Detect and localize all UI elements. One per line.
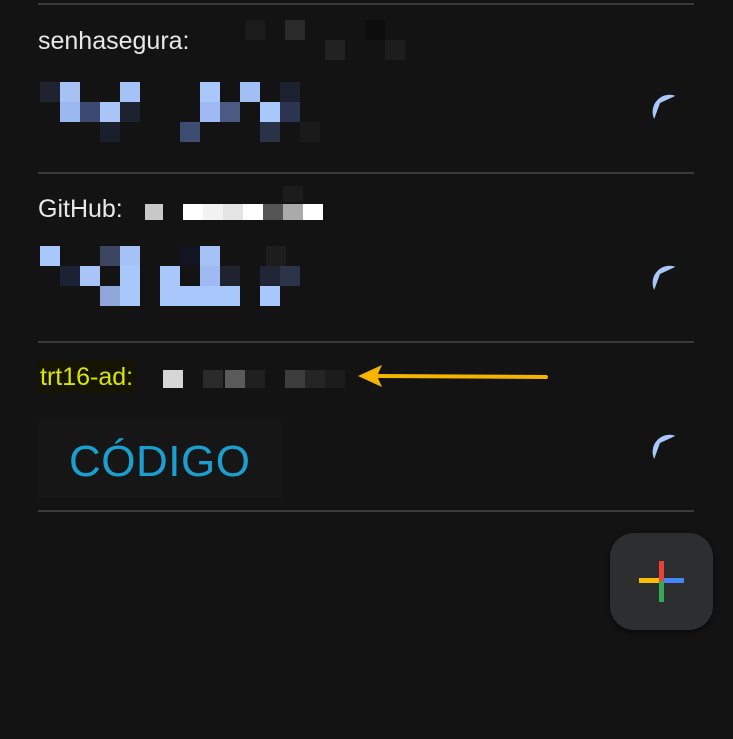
timer-icon (643, 86, 676, 120)
account-label: GitHub: (38, 195, 123, 223)
otp-code: CÓDIGO (69, 437, 251, 486)
add-account-button[interactable] (610, 533, 713, 630)
plus-icon (639, 561, 684, 602)
timer-icon (652, 265, 676, 290)
arrow-left-icon (358, 365, 548, 387)
authenticator-screen: senhasegura: GitHub: trt16-ad: CÓDIGO (0, 0, 733, 739)
account-entry-github[interactable]: GitHub: (0, 174, 733, 340)
divider (38, 510, 694, 512)
highlighted-label: trt16-ad: (38, 361, 136, 393)
account-label: trt16-ad: (38, 361, 136, 393)
timer-icon (652, 434, 676, 459)
account-label: senhasegura: (38, 27, 190, 55)
account-entry-senhasegura[interactable]: senhasegura: (0, 0, 733, 172)
